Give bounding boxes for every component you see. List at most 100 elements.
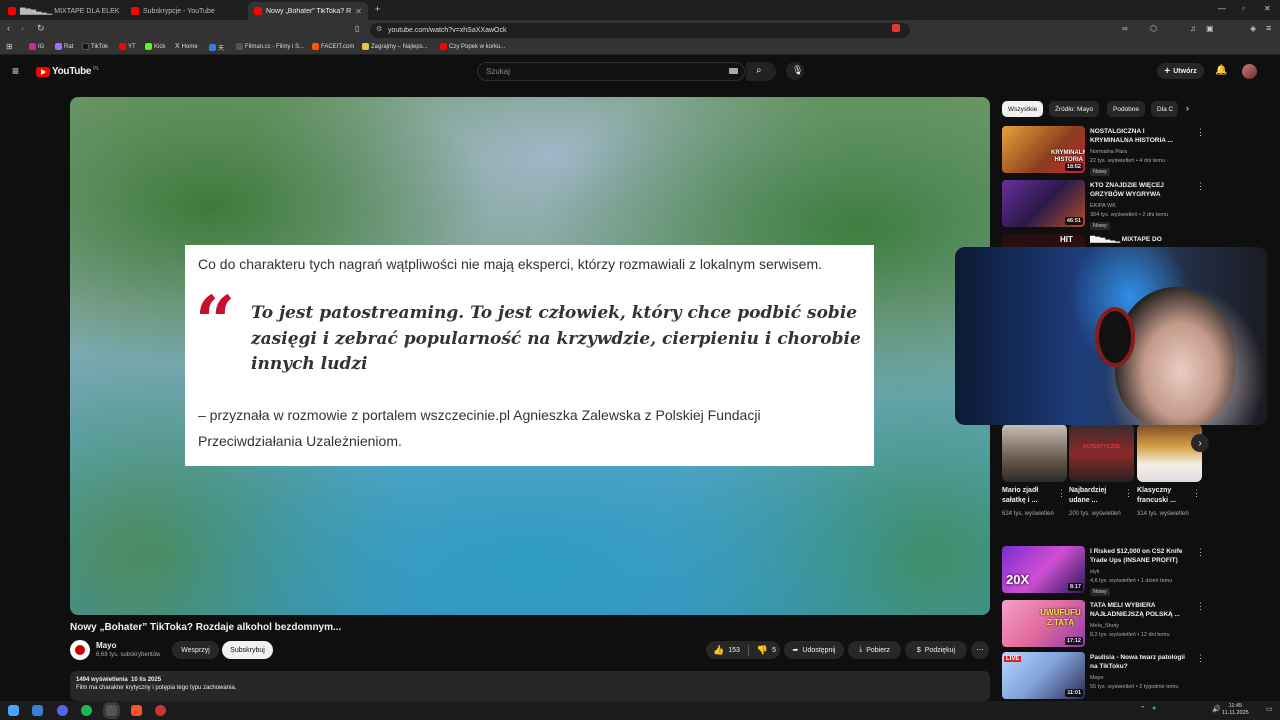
browser-tab-1[interactable]: ▇▆▅▃▂▁ MIXTAPE DLA ELEK xyxy=(2,2,120,20)
youtube-logo[interactable]: YouTube PL xyxy=(36,66,99,77)
more-actions-button[interactable]: ⋯ xyxy=(971,641,989,659)
bookmark-item[interactable]: TikTok xyxy=(82,43,108,50)
bookmark-item[interactable]: 天 xyxy=(209,43,224,52)
bookmark-item[interactable]: Filman.cc - Filmy i S... xyxy=(236,43,304,50)
rec-title[interactable]: TATA MELI WYBIERA NAJŁADNIEJSZĄ POLSKĄ .… xyxy=(1090,601,1188,619)
bookmark-item[interactable]: X Home xyxy=(175,43,198,50)
rec-title[interactable]: ▇▆▅▃▂▁ MIXTAPE DO xyxy=(1090,235,1188,245)
sidebar-icon[interactable]: ▣ xyxy=(1206,24,1214,33)
discord-icon[interactable] xyxy=(57,705,68,716)
brave-browser-icon[interactable] xyxy=(131,705,142,716)
video-player[interactable]: Co do charakteru tych nagrań wątpliwości… xyxy=(70,97,990,615)
thanks-button[interactable]: $ Podziękuj xyxy=(905,641,967,659)
rec-title[interactable]: KTO ZNAJDZIE WIĘCEJ GRZYBÓW WYGRYWA *AFE… xyxy=(1090,181,1188,199)
chips-next-icon[interactable]: › xyxy=(1186,103,1189,113)
more-options-icon[interactable]: ⋮ xyxy=(1057,488,1066,499)
rec-thumbnail[interactable]: KRYMINALNA HISTORIA FLI 18:52 xyxy=(1002,126,1085,173)
short-thumbnail[interactable] xyxy=(1002,424,1067,482)
more-options-icon[interactable]: ⋮ xyxy=(1196,601,1205,612)
rec-thumbnail[interactable]: LIVE 11:01 xyxy=(1002,652,1085,699)
reload-icon[interactable]: ↻ xyxy=(37,23,45,34)
wallet-icon[interactable]: ◈ xyxy=(1250,24,1256,33)
channel-name[interactable]: Mayo xyxy=(96,641,116,650)
bookmark-item[interactable]: IG xyxy=(29,43,44,50)
download-button[interactable]: ⤓ Pobierz xyxy=(848,641,901,659)
bookmark-item[interactable]: Rat xyxy=(55,43,73,50)
more-options-icon[interactable]: ⋮ xyxy=(1196,653,1205,664)
share-button[interactable]: ➦ Udostępnij xyxy=(784,641,844,659)
chip-for-you[interactable]: Dla C xyxy=(1151,101,1178,117)
address-bar[interactable]: ⚙ youtube.com/watch?v=xhSaXXawOck xyxy=(370,23,910,38)
description-box[interactable]: 1494 wyświetlenia 10 lis 2025 Film ma ch… xyxy=(70,671,990,701)
chip-all[interactable]: Wszystkie xyxy=(1002,101,1044,117)
search-input[interactable]: Szukaj xyxy=(477,62,745,81)
forward-icon[interactable]: › xyxy=(21,23,24,33)
tray-chevron-icon[interactable]: ⌃ xyxy=(1140,705,1146,713)
minimize-icon[interactable]: — xyxy=(1218,4,1226,13)
shorts-next-icon[interactable]: › xyxy=(1191,434,1209,452)
close-tab-icon[interactable]: ✕ xyxy=(355,7,362,16)
media-icon[interactable]: ♫ xyxy=(1190,24,1196,33)
short-thumbnail[interactable]: AUTENTYCZNE xyxy=(1069,424,1134,482)
short-title[interactable]: Mario zjadł sałatkę i ... xyxy=(1002,486,1057,506)
volume-icon[interactable]: 🔊 xyxy=(1212,705,1221,713)
rec-thumbnail[interactable]: 20X 8:17 xyxy=(1002,546,1085,593)
more-options-icon[interactable]: ⋮ xyxy=(1196,181,1205,192)
brave-shields-icon[interactable] xyxy=(892,24,900,32)
obs-icon[interactable] xyxy=(106,705,117,716)
rec-title[interactable]: I Risked $12,000 on CS2 Knife Trade Ups … xyxy=(1090,547,1188,565)
subscribe-button[interactable]: Subskrybuj xyxy=(222,641,273,659)
channel-avatar[interactable] xyxy=(70,640,90,660)
guide-menu-icon[interactable]: ≡ xyxy=(12,64,19,78)
rec-channel[interactable]: Normalna Para xyxy=(1090,148,1127,157)
rec-title[interactable]: Paulisia - Nowa twarz patologii na TikTo… xyxy=(1090,653,1188,671)
rec-channel[interactable]: Mayo xyxy=(1090,674,1103,683)
back-icon[interactable]: ‹ xyxy=(7,23,10,33)
rec-channel[interactable]: EKIPA WK xyxy=(1090,202,1116,211)
notifications-bell-icon[interactable]: 🔔 xyxy=(1215,65,1227,76)
close-window-icon[interactable]: ✕ xyxy=(1264,4,1271,13)
rec-channel[interactable]: Mela_Shoty xyxy=(1090,622,1119,631)
more-options-icon[interactable]: ⋮ xyxy=(1196,547,1205,558)
keyboard-icon[interactable] xyxy=(729,68,738,74)
bookmark-item[interactable]: Zagrajmy – Najleps... xyxy=(362,43,428,50)
more-options-icon[interactable]: ⋮ xyxy=(1124,488,1133,499)
more-options-icon[interactable]: ⋮ xyxy=(1196,127,1205,138)
search-button[interactable]: ⌕ xyxy=(746,62,776,81)
maximize-icon[interactable]: ▫ xyxy=(1242,4,1245,13)
menu-icon[interactable]: ≡ xyxy=(1266,23,1271,33)
extension-icon[interactable]: ∞ xyxy=(1122,24,1128,33)
account-avatar[interactable] xyxy=(1242,64,1257,79)
rec-channel[interactable]: siyk xyxy=(1090,568,1099,577)
extension-icon[interactable]: ⬡ xyxy=(1150,24,1157,33)
app-icon[interactable] xyxy=(155,705,166,716)
notification-center-icon[interactable]: ▭ xyxy=(1266,705,1273,713)
create-button[interactable]: + Utwórz xyxy=(1157,63,1204,79)
chip-from-channel[interactable]: Źródło: Mayo xyxy=(1049,101,1099,117)
start-menu-icon[interactable] xyxy=(8,705,19,716)
join-button[interactable]: Wesprzyj xyxy=(172,641,219,659)
short-thumbnail[interactable] xyxy=(1137,424,1202,482)
rec-thumbnail[interactable]: 46:51 xyxy=(1002,180,1085,227)
browser-tab-active[interactable]: Nowy „Bohater” TikToka? Roz ✕ xyxy=(248,2,368,20)
bookmark-item[interactable]: Czy Popek w korku... xyxy=(440,43,505,50)
explorer-icon[interactable] xyxy=(32,705,43,716)
more-options-icon[interactable]: ⋮ xyxy=(1192,488,1201,499)
chip-related[interactable]: Podobne xyxy=(1107,101,1146,117)
browser-tab-2[interactable]: Subskrypcje - YouTube xyxy=(125,2,243,20)
bookmark-icon[interactable]: ▯ xyxy=(355,24,359,33)
bookmark-item[interactable]: FACEIT.com xyxy=(312,43,354,50)
apps-grid-icon[interactable]: ⊞ xyxy=(6,42,13,51)
short-title[interactable]: Klasyczny francuski ... xyxy=(1137,486,1192,506)
spotify-icon[interactable] xyxy=(81,705,92,716)
rec-thumbnail[interactable]: UWUFUFU Z TATĄ 17:12 xyxy=(1002,600,1085,647)
bookmark-item[interactable]: YT xyxy=(119,43,136,50)
like-button[interactable]: 👍 153 xyxy=(713,645,740,656)
rec-thumbnail[interactable]: HIT xyxy=(1002,234,1085,247)
short-title[interactable]: Najbardziej udane ... xyxy=(1069,486,1124,506)
rec-title[interactable]: NOSTALGICZNA I KRYMINALNA HISTORIA ... xyxy=(1090,127,1188,145)
new-tab-button[interactable]: + xyxy=(375,4,380,14)
dislike-button[interactable]: 👎 5 xyxy=(757,645,776,656)
voice-search-button[interactable]: 🎙 xyxy=(786,62,804,80)
tray-icon[interactable]: ● xyxy=(1152,705,1156,712)
